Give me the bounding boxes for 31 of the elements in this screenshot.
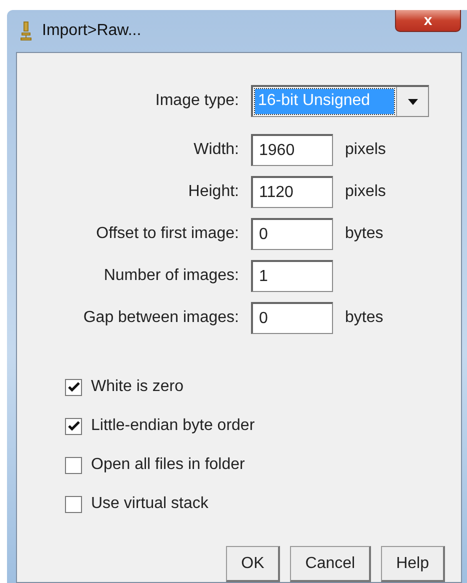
checkbox-label: Little-endian byte order: [91, 416, 255, 436]
dialog-button[interactable]: OK: [226, 546, 280, 582]
unit-label: pixels: [345, 182, 387, 202]
dialog-button[interactable]: Cancel: [290, 546, 372, 582]
dropdown-value: 16-bit Unsigned: [255, 89, 394, 114]
text-field[interactable]: 1120: [251, 176, 333, 208]
field-label: Image type:: [154, 91, 239, 111]
text-field[interactable]: 1960: [251, 134, 333, 166]
text-field[interactable]: 0: [251, 302, 333, 334]
unit-label: bytes: [345, 224, 384, 244]
close-button[interactable]: x: [395, 10, 461, 32]
checkbox-label: White is zero: [91, 377, 184, 397]
checkbox[interactable]: [65, 418, 82, 434]
checkbox[interactable]: [65, 456, 82, 474]
field-label: Gap between images:: [82, 308, 239, 328]
field-label: Offset to first image:: [95, 224, 239, 244]
dialog-button[interactable]: Help: [381, 546, 445, 582]
caret-icon: [408, 98, 418, 104]
checkbox-label: Use virtual stack: [91, 494, 208, 514]
unit-label: bytes: [345, 308, 384, 328]
text-field[interactable]: 0: [251, 218, 333, 250]
checkbox[interactable]: [65, 378, 82, 396]
field-label: Width:: [192, 140, 239, 160]
text-field[interactable]: 1: [251, 260, 333, 292]
unit-label: pixels: [345, 140, 387, 160]
window-title: Import>Raw...: [42, 21, 142, 41]
microscope-icon: [20, 21, 32, 41]
checkbox-label: Open all files in folder: [91, 455, 245, 475]
field-label: Height:: [187, 182, 239, 202]
field-label: Number of images:: [102, 266, 239, 286]
checkbox[interactable]: [65, 496, 82, 512]
